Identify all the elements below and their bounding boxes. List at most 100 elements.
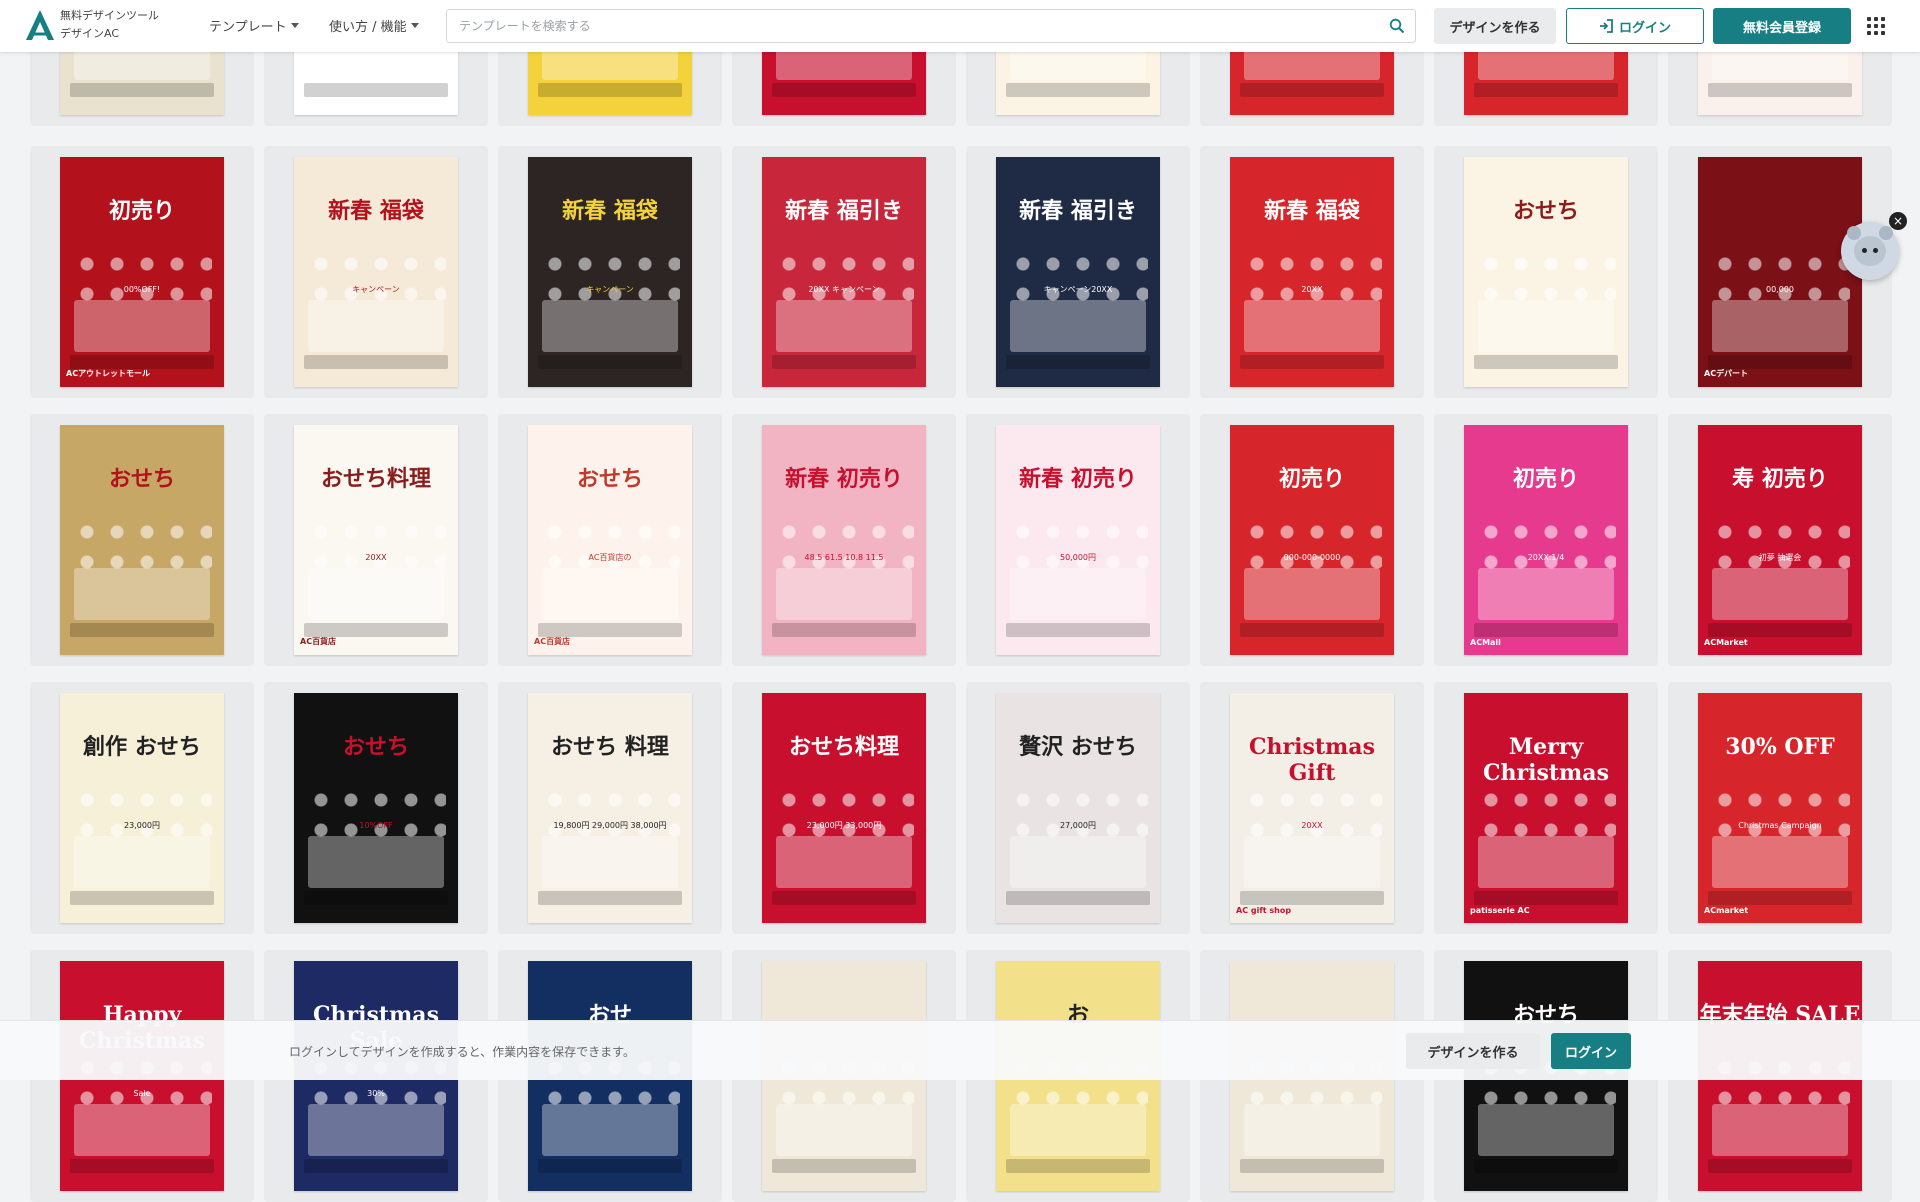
thumbnail-panel [1010,1103,1146,1156]
template-subtitle: 23,000円 33,000円 [806,820,882,830]
template-thumbnail: Merry Christmas patisserie AC [1464,693,1628,923]
template-title: 30% OFF [1725,734,1835,761]
footer-login-button[interactable]: ログイン [1551,1033,1631,1069]
mascot-eye [1873,248,1878,253]
template-card[interactable]: おせち料理 20XX AC百貨店 [264,414,488,666]
template-card[interactable]: 新春 福引き 20XX キャンペーン [732,146,956,398]
mascot-eye [1862,248,1867,253]
brand-title: デザインAC [60,27,120,40]
template-thumbnail: おせち AC百貨店の AC百貨店 [528,425,692,655]
thumbnail-band [1240,890,1384,905]
template-thumbnail: 新春 初売り 48.5 61.5 10.8 11.5 [762,425,926,655]
template-thumbnail: 新春 福引きキャンペーン20XX [996,157,1160,387]
template-thumbnail: Christmas Gift 20XX AC gift shop [1230,693,1394,923]
template-card[interactable]: おせち 料理 19,800円 29,000円 38,000円 [498,682,722,934]
search-input[interactable] [447,10,1367,42]
thumbnail-band [70,82,214,97]
thumbnail-band [70,622,214,637]
template-card[interactable]: 初売り 000-000-0000 [1200,414,1424,666]
thumbnail-band [1708,82,1852,97]
template-title: 新春 福引き [1019,198,1137,225]
template-card[interactable]: 贅沢 おせち 27,000円 [966,682,1190,934]
search-box [446,9,1416,43]
login-button[interactable]: ログイン [1566,8,1704,44]
template-card[interactable]: おせち [30,414,254,666]
mascot-ear [1847,226,1861,240]
template-card[interactable]: Christmas Gift 20XX AC gift shop [1200,682,1424,934]
thumbnail-panel [1244,299,1380,352]
template-card[interactable]: 寿 初売り 初夢 抽選会 ACMarket [1668,414,1892,666]
thumbnail-panel [1712,1103,1848,1156]
template-subtitle: Sale [133,1088,151,1098]
template-subtitle: キャンペーン20XX [1043,284,1113,294]
template-title: おせち料理 [788,734,899,761]
register-button[interactable]: 無料会員登録 [1713,8,1851,44]
thumbnail-panel [542,1103,678,1156]
template-thumbnail: 寿 初売り 初夢 抽選会 ACMarket [1698,425,1862,655]
thumbnail-band [538,82,682,97]
login-button-label: ログイン [1618,20,1671,36]
template-card[interactable]: おせち AC百貨店の AC百貨店 [498,414,722,666]
template-thumbnail: 新春 初売り 50,000円 [996,425,1160,655]
template-footer: AC百貨店 [534,637,571,646]
template-footer: AC百貨店 [300,637,337,646]
mascot-assistant[interactable] [1841,222,1899,280]
template-footer: ACMall [1470,638,1501,647]
template-card[interactable]: 初売り 00%OFF! ACアウトレットモール [30,146,254,398]
template-thumbnail: おせち [60,425,224,655]
template-subtitle: 50,000円 [1060,552,1096,562]
template-card[interactable]: 新春 福袋 キャンペーン [264,146,488,398]
nav-howto-menu[interactable]: 使い方 / 機能 [329,16,419,35]
template-card[interactable]: おせち料理 23,000円 33,000円 [732,682,956,934]
thumbnail-panel [74,1103,210,1156]
template-card[interactable]: 新春 福袋 20XX [1200,146,1424,398]
mascot-close-button[interactable]: × [1889,212,1907,230]
template-card[interactable]: 初売り 20XX.1/4 ACMall [1434,414,1658,666]
template-card[interactable]: 新春 初売り 50,000円 [966,414,1190,666]
footer-create-design-button[interactable]: デザインを作る [1406,1033,1540,1069]
search-icon[interactable] [1389,18,1405,34]
thumbnail-band [1474,622,1618,637]
template-title: 初売り [1512,466,1579,493]
template-card[interactable]: 30% OFF Christmas Campaign ACmarket [1668,682,1892,934]
thumbnail-panel [308,1103,444,1156]
template-subtitle: 00%OFF! [123,284,161,294]
template-title: 新春 初売り [785,466,903,493]
template-title: Merry Christmas [1483,734,1609,787]
brand-name[interactable]: 無料デザインツール デザインAC [60,7,159,43]
template-card[interactable]: 新春 初売り 48.5 61.5 10.8 11.5 [732,414,956,666]
template-card[interactable]: おせち 10%OFF [264,682,488,934]
template-subtitle: 20XX [1301,820,1323,830]
thumbnail-panel [74,299,210,352]
template-title: 新春 福引き [785,198,903,225]
nav-templates-menu[interactable]: テンプレート [209,16,299,35]
template-subtitle: 20XX.1/4 [1527,552,1565,562]
template-card[interactable]: 創作 おせち 23,000円 [30,682,254,934]
template-subtitle: キャンペーン [586,284,634,294]
create-design-button[interactable]: デザインを作る [1434,8,1556,44]
template-title: 寿 初売り [1732,466,1828,493]
thumbnail-panel [1010,299,1146,352]
thumbnail-panel [308,835,444,888]
thumbnail-panel [1478,299,1614,352]
template-subtitle: 000-000-0000 [1283,552,1341,562]
template-title: 創作 おせち [83,734,201,761]
template-subtitle: AC百貨店の [588,552,632,562]
caret-down-icon [410,23,419,28]
apps-grid-icon[interactable] [1867,17,1885,35]
designac-logo-icon[interactable] [24,8,56,42]
template-subtitle: 10%OFF [359,820,393,830]
template-card[interactable]: おせち [1434,146,1658,398]
thumbnail-band [1240,622,1384,637]
template-card[interactable]: 新春 福引きキャンペーン20XX [966,146,1190,398]
thumbnail-band [1708,622,1852,637]
thumbnail-band [304,82,448,97]
template-thumbnail: 創作 おせち 23,000円 [60,693,224,923]
template-subtitle: 20XX [365,552,387,562]
template-card[interactable]: Merry Christmas patisserie AC [1434,682,1658,934]
template-footer: patisserie AC [1470,906,1530,915]
template-title: おせち [108,466,175,493]
thumbnail-band [772,354,916,369]
template-card[interactable]: 新春 福袋 キャンペーン [498,146,722,398]
template-thumbnail: 贅沢 おせち 27,000円 [996,693,1160,923]
